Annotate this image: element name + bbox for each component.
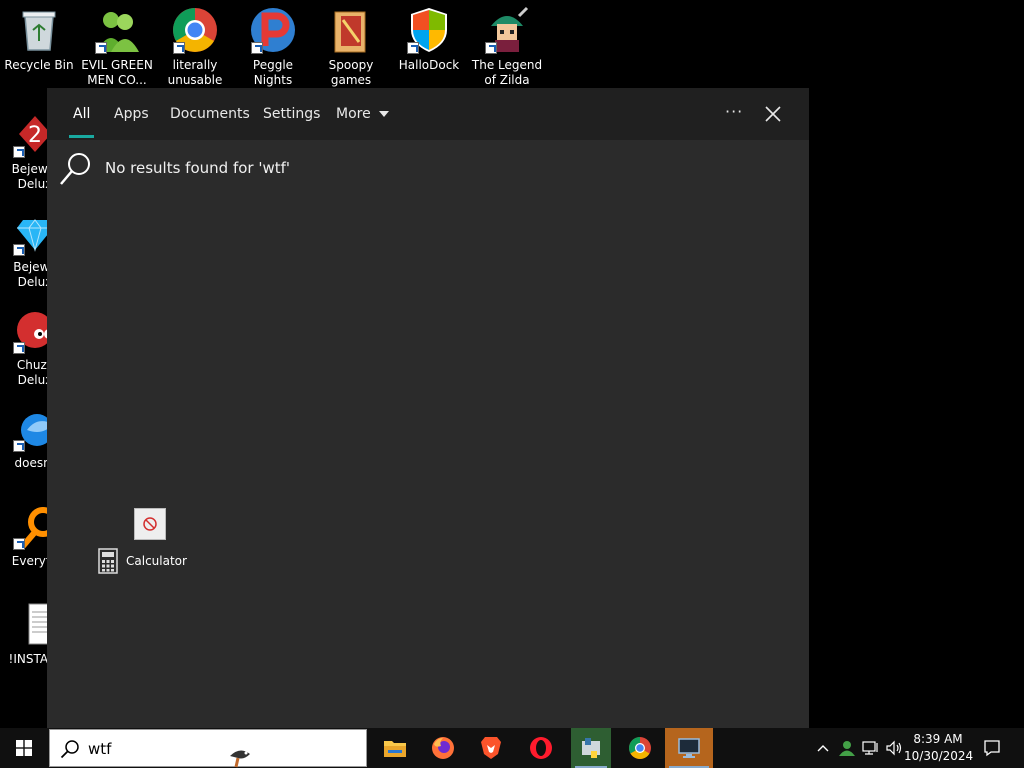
desktop-icon-label: Spoopy games (328, 58, 374, 87)
desktop-icon-spoopy-games[interactable]: Spoopy games (312, 6, 390, 88)
desktop-icon-recycle-bin[interactable]: Recycle Bin (0, 6, 78, 73)
close-button[interactable] (763, 104, 783, 124)
shortcut-arrow-icon (13, 440, 25, 452)
tab-apps[interactable]: Apps (114, 88, 149, 140)
desktop-icon-hallodock[interactable]: HalloDock (390, 6, 468, 73)
taskbar-chrome[interactable] (616, 728, 664, 768)
python-installer-icon (582, 738, 600, 758)
shortcut-arrow-icon (407, 42, 419, 54)
recycle-bin-icon (15, 6, 63, 54)
caret-down-icon (378, 111, 389, 117)
zilda-character-icon (483, 6, 531, 54)
firefox-icon (432, 737, 454, 759)
calculator-icon (98, 548, 118, 574)
folder-icon (327, 6, 375, 54)
dragged-calculator-item[interactable]: Calculator (98, 548, 187, 574)
show-hidden-icons-button[interactable] (814, 728, 832, 768)
taskbar-search-box[interactable]: wtf (49, 729, 367, 768)
shortcut-arrow-icon (13, 538, 25, 550)
desktop-icon-label: literally unusable (167, 58, 223, 87)
brave-lion-icon (481, 737, 501, 759)
green-men-icon (93, 6, 141, 54)
search-icon (60, 740, 79, 759)
network-icon (862, 741, 878, 755)
shortcut-arrow-icon (13, 342, 25, 354)
clock-time: 8:39 AM (913, 732, 963, 746)
cursor-bird-icon (230, 750, 250, 768)
search-filter-header: All Apps Documents Settings More ··· (47, 88, 809, 140)
notification-icon (984, 740, 1000, 757)
opera-icon (530, 737, 552, 759)
taskbar-remote-desktop[interactable] (665, 728, 713, 768)
monitor-icon (678, 738, 700, 758)
desktop-icon-literally-unusable[interactable]: literally unusable (156, 6, 234, 88)
folder-icon (384, 741, 406, 757)
desktop-icon-evil-green-men[interactable]: EVIL GREEN MEN CO... (78, 6, 156, 88)
peggle-icon (249, 6, 297, 54)
chevron-up-icon (817, 745, 829, 752)
taskbar-brave[interactable] (467, 728, 515, 768)
taskbar-python-app[interactable] (571, 728, 611, 768)
desktop-icon-legend-of-zilda[interactable]: The Legend of Zilda (468, 6, 546, 88)
tray-network[interactable] (860, 728, 882, 768)
tab-more-label: More (336, 106, 371, 122)
no-results-text: No results found for 'wtf' (105, 159, 291, 177)
taskbar-firefox[interactable] (419, 728, 467, 768)
tab-settings[interactable]: Settings (263, 88, 320, 140)
taskbar-file-explorer[interactable] (371, 728, 419, 768)
search-query-text[interactable]: wtf (88, 730, 111, 768)
tab-more[interactable]: More (336, 88, 389, 140)
close-icon (765, 106, 781, 122)
no-entry-icon (143, 517, 157, 531)
shortcut-arrow-icon (13, 244, 25, 256)
shortcut-arrow-icon (173, 42, 185, 54)
desktop-icon-label: The Legend of Zilda (471, 58, 543, 87)
chrome-icon (171, 6, 219, 54)
shortcut-arrow-icon (13, 146, 25, 158)
no-results-message: No results found for 'wtf' (59, 150, 290, 186)
desktop-icon-label: EVIL GREEN MEN CO... (81, 58, 153, 87)
clock-date: 10/30/2024 (904, 749, 974, 763)
action-center-button[interactable] (978, 728, 1006, 768)
chrome-icon (629, 737, 651, 759)
taskbar: wtf 8:39 AM 10/30/2024 (0, 728, 1024, 768)
calculator-label: Calculator (126, 554, 187, 568)
tray-volume[interactable] (884, 728, 904, 768)
more-options-button[interactable]: ··· (725, 88, 743, 140)
desktop-icon-label: Recycle Bin (4, 58, 74, 72)
windows-logo-icon (16, 740, 32, 756)
system-clock[interactable]: 8:39 AM 10/30/2024 (904, 731, 974, 765)
start-button[interactable] (0, 728, 48, 768)
search-icon (60, 153, 90, 185)
search-results-panel: All Apps Documents Settings More ··· No … (47, 88, 809, 728)
tab-documents[interactable]: Documents (170, 88, 250, 140)
desktop-icon-label: HalloDock (398, 58, 460, 72)
shield-icon (405, 6, 453, 54)
shortcut-arrow-icon (251, 42, 263, 54)
speaker-icon (886, 740, 902, 756)
shortcut-arrow-icon (485, 42, 497, 54)
tab-all[interactable]: All (68, 88, 95, 140)
user-green-icon (839, 741, 855, 756)
svg-text:2: 2 (28, 123, 42, 148)
shortcut-arrow-icon (95, 42, 107, 54)
taskbar-opera[interactable] (517, 728, 565, 768)
drag-not-allowed-indicator (134, 508, 166, 540)
tray-people[interactable] (836, 728, 858, 768)
